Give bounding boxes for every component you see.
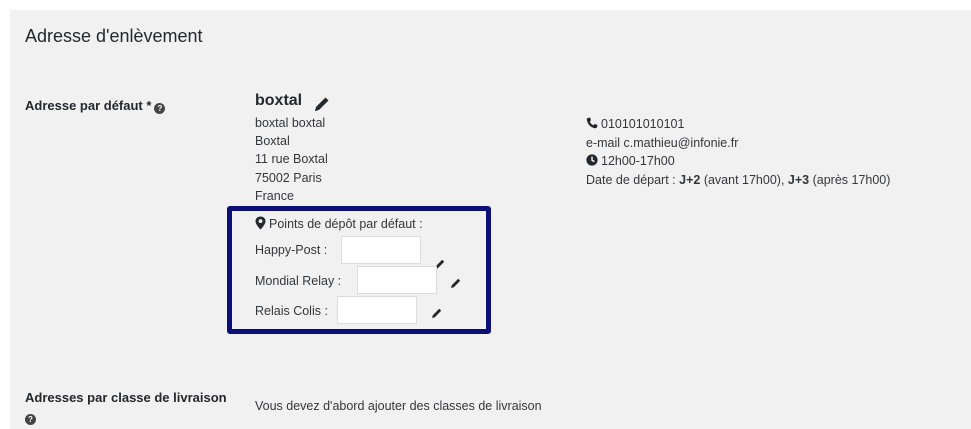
address-line: boxtal boxtal — [255, 116, 326, 130]
depot-title-text: Points de dépôt par défaut : — [269, 217, 423, 231]
mondial-relay-input[interactable] — [357, 266, 437, 294]
address-name: boxtal — [255, 92, 303, 109]
address-line: 11 rue Boxtal — [255, 152, 328, 167]
address-line: 75002 Paris — [255, 170, 322, 185]
help-icon[interactable]: ? — [25, 414, 36, 425]
address-lines: boxtal boxtal Boxtal 11 rue Boxtal 75002… — [255, 114, 328, 205]
address-line: France — [255, 188, 294, 203]
default-address-label: Adresse par défaut *? — [25, 96, 166, 115]
relais-colis-input[interactable] — [337, 296, 417, 324]
departure-row: Date de départ : J+2 (avant 17h00), J+3 … — [586, 171, 890, 190]
shipping-classes-label: Adresses par classe de livraison? — [25, 388, 240, 426]
default-address-label-text: Adresse par défaut * — [25, 98, 152, 113]
pickup-hours: 12h00-17h00 — [601, 154, 675, 168]
email-row: e-mail c.mathieu@infonie.fr — [586, 134, 890, 153]
edit-relais-colis-pencil-icon[interactable] — [431, 307, 443, 319]
shipping-classes-message: Vous devez d'abord ajouter des classes d… — [255, 399, 542, 413]
map-pin-icon — [255, 216, 266, 230]
email-prefix: e-mail — [586, 135, 621, 150]
contact-info: 010101010101 e-mail c.mathieu@infonie.fr… — [586, 115, 890, 189]
edit-address-pencil-icon[interactable] — [313, 95, 331, 113]
hours-row: 12h00-17h00 — [586, 152, 890, 171]
depot-label-happy-post: Happy-Post : — [255, 243, 328, 257]
depot-label-relais-colis: Relais Colis : — [255, 304, 328, 318]
email-address: c.mathieu@infonie.fr — [623, 135, 739, 150]
edit-mondial-relay-pencil-icon[interactable] — [450, 277, 462, 289]
clock-icon — [586, 154, 598, 166]
happy-post-input[interactable] — [341, 236, 421, 264]
departure-j3: J+3 — [787, 172, 810, 187]
phone-icon — [586, 117, 598, 129]
depot-label-mondial-relay: Mondial Relay : — [255, 274, 342, 288]
departure-j3-note: (après 17h00) — [809, 172, 891, 187]
departure-j2: J+2 — [679, 172, 701, 187]
shipping-classes-label-text: Adresses par classe de livraison — [25, 390, 227, 405]
help-icon[interactable]: ? — [154, 103, 166, 114]
section-title: Adresse d'enlèvement — [25, 26, 203, 46]
phone-row: 010101010101 — [586, 115, 890, 134]
depot-title: Points de dépôt par défaut : — [255, 216, 423, 231]
departure-j2-note: (avant 17h00), — [700, 172, 788, 187]
address-line: Boxtal — [255, 134, 290, 149]
departure-label: Date de départ : — [586, 172, 680, 187]
phone-number: 010101010101 — [601, 117, 685, 131]
